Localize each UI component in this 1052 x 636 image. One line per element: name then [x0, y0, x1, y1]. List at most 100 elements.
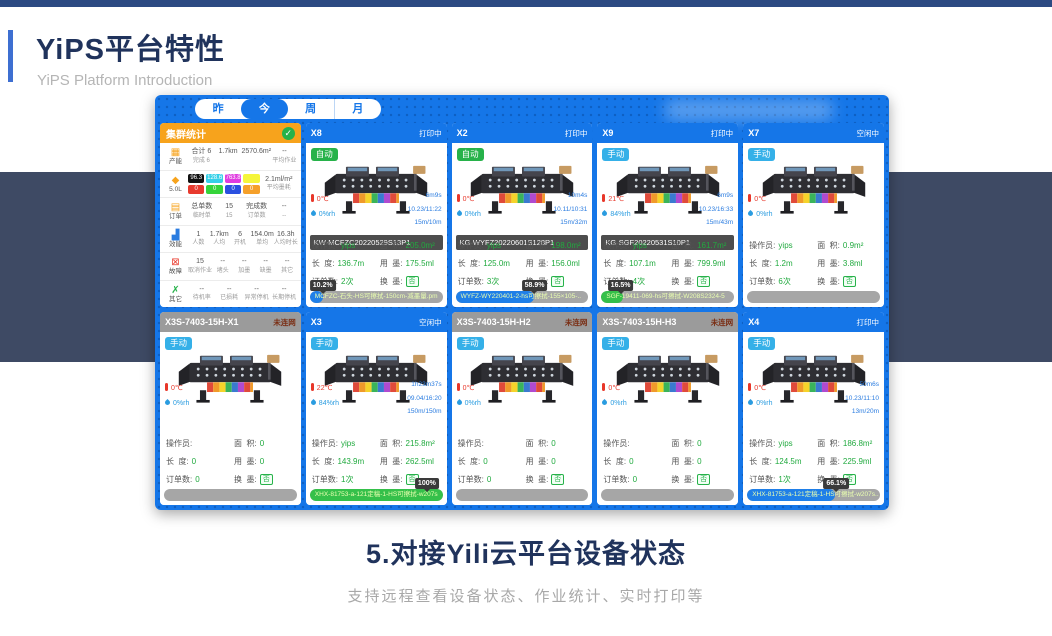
device-fields: 操作员: 面 积:0 长 度:0 用 墨:0 订单数:0 换 墨:否	[603, 438, 732, 485]
printer-image	[469, 348, 575, 406]
file-progress-bar[interactable]: WYFZ-WY220401-2-hs可擦拭-155×105-..	[456, 291, 589, 303]
area-label: 面 积:	[671, 438, 694, 449]
stats-row-效能: ▟效能1人数1.7km人均6开机154.0m单均16.3h人均时长	[160, 225, 301, 253]
device-card-X8[interactable]: X8 打印中 自动	[306, 123, 447, 307]
progress-tooltip: 10.2%	[310, 280, 336, 291]
file-progress-bar[interactable]: MCFZC-石头-HS可擦拭-150cm-减墨量.pm	[310, 291, 443, 303]
ink-level-chip: 96.3	[188, 174, 204, 183]
stats-cell: ----	[270, 202, 297, 220]
swap-label: 换 墨:	[526, 474, 549, 485]
file-progress-bar[interactable]: XHX-81753-a-121定稿-1-HS可擦拭-w207s..	[747, 489, 880, 501]
stats-row-5.0L: ◆5.0L96.3128.6763.800002.1ml/m²平均墨耗	[160, 170, 301, 198]
caption-block: 5.对接Yili云平台设备状态 支持远程查看设备状态、作业统计、实时打印等	[0, 532, 1052, 606]
device-status: 打印中	[419, 128, 442, 139]
device-card-header: X2 打印中	[452, 123, 593, 143]
tab-月[interactable]: 月	[334, 99, 381, 119]
stats-cell: 总单数临时单	[188, 202, 215, 220]
temperature-value: 22℃	[317, 385, 333, 392]
device-card-header: X4 打印中	[743, 312, 884, 332]
humidity-value: 0%rh	[756, 211, 772, 218]
humidity-icon	[747, 210, 754, 217]
length-label: 长 度:	[458, 456, 481, 467]
file-progress-bar[interactable]	[747, 291, 880, 303]
orders-value: 0	[195, 475, 199, 484]
orders-label: 订单数:	[603, 474, 629, 485]
stats-cell: 16.3h人均时长	[274, 230, 298, 248]
operator-label: 操作员:	[603, 438, 629, 449]
stats-cell: 1515	[215, 202, 242, 220]
device-card-X3S-7403-15H-H3[interactable]: X3S-7403-15H-H3 未连网 手动	[597, 312, 738, 505]
humidity-icon	[456, 210, 463, 217]
stats-cell: --长期停机	[270, 285, 297, 303]
device-card-header: X8 打印中	[306, 123, 447, 143]
progress-tooltip: 66.1%	[823, 478, 849, 489]
device-name: X3S-7403-15H-H3	[602, 317, 676, 327]
area-label: 面 积:	[234, 438, 257, 449]
slide-page: YiPS平台特性 YiPS Platform Introduction 昨今周月…	[0, 0, 1052, 636]
device-name: X2	[457, 128, 468, 138]
device-card-X3S-7403-15H-H2[interactable]: X3S-7403-15H-H2 未连网 手动	[452, 312, 593, 505]
ink-value: 175.5ml	[406, 259, 434, 268]
device-fields: 操作员: 面 积:0 长 度:0 用 墨:0 订单数:0 换 墨:否	[458, 438, 587, 485]
length-label: 长 度:	[312, 258, 335, 269]
progress-tooltip: 16.5%	[608, 280, 634, 291]
humidity-icon	[601, 399, 608, 406]
print-progress-info: 1h23m37s09.04/16:20150m/150m	[407, 378, 441, 419]
device-card-X4[interactable]: X4 打印中 手动	[743, 312, 884, 505]
ink-level-chip: 0	[188, 185, 204, 194]
tab-昨[interactable]: 昨	[195, 99, 241, 119]
device-card-X9[interactable]: X9 打印中 手动	[597, 123, 738, 307]
device-card-X7[interactable]: X7 空闲中 手动	[743, 123, 884, 307]
ink-level-chip: 763.8	[225, 174, 241, 183]
order-doc-icon: ▤	[163, 202, 188, 213]
ink-value: 225.9ml	[843, 457, 871, 466]
tab-周[interactable]: 周	[288, 99, 334, 119]
printer-image	[761, 159, 867, 217]
ink-swap-flag: 否	[843, 276, 856, 287]
thermometer-icon	[748, 194, 751, 202]
stats-cell: --堵头	[212, 257, 233, 275]
page-title: YiPS平台特性	[36, 26, 225, 68]
ink-level-chip	[243, 174, 259, 183]
device-card-body: 手动	[597, 143, 738, 307]
tab-今[interactable]: 今	[241, 99, 287, 119]
file-progress-bar[interactable]	[601, 489, 734, 501]
device-card-X3[interactable]: X3 空闲中 手动	[306, 312, 447, 505]
ink-value: 0	[260, 457, 264, 466]
length-value: 107.1m	[629, 259, 656, 268]
check-circle-icon[interactable]: ✓	[282, 127, 295, 140]
ink-value: 156.0ml	[551, 259, 579, 268]
ink-level-chip: 128.6	[206, 174, 222, 183]
temperature-value: 0℃	[463, 196, 475, 203]
print-progress-info: 6m9s10.23/16:3315m/43m	[699, 189, 733, 230]
temperature-value: 0℃	[608, 385, 620, 392]
area-label: 面 积:	[817, 438, 840, 449]
device-card-X2[interactable]: X2 打印中 自动	[452, 123, 593, 307]
file-progress-bar[interactable]	[456, 489, 589, 501]
stats-row-订单: ▤订单总单数临时单1515完成数订单数----	[160, 197, 301, 225]
length-label: 长 度:	[603, 456, 626, 467]
ink-label: 用 墨:	[817, 258, 840, 269]
area-label: 面 积:	[671, 240, 694, 251]
humidity-value: 84%rh	[319, 400, 339, 407]
orders-value: 1次	[778, 474, 790, 485]
file-progress-bar[interactable]	[164, 489, 297, 501]
stats-body: ▦产能合计 6完成 61.7km 2570.6m² --平均作业◆5.0L96.…	[160, 143, 301, 307]
device-card-X3S-7403-15H-X1[interactable]: X3S-7403-15H-X1 未连网 手动	[160, 312, 301, 505]
length-value: 143.9m	[337, 457, 364, 466]
area-label: 面 积:	[526, 438, 549, 449]
yili-cloud-dashboard: 昨今周月 集群统计 ✓ ▦产能合计 6完成 61.7km 2570.6m² --…	[155, 95, 889, 510]
area-value: 0	[551, 439, 555, 448]
orders-label: 订单数:	[749, 474, 775, 485]
humidity-icon	[310, 210, 317, 217]
length-value: 0	[192, 457, 196, 466]
stats-cell: --异常停机	[243, 285, 270, 303]
environment-readings: 0℃ 0%rh	[602, 382, 626, 411]
operator-label: 操作员:	[312, 438, 338, 449]
device-card-header: X7 空闲中	[743, 123, 884, 143]
file-progress-bar[interactable]: XHX-81753-a-121定稿-1-HS可擦拭-w207s	[310, 489, 443, 501]
thermometer-icon	[311, 383, 314, 391]
humidity-value: 0%rh	[465, 211, 481, 218]
length-value: 136.7m	[337, 259, 364, 268]
length-label: 长 度:	[603, 258, 626, 269]
